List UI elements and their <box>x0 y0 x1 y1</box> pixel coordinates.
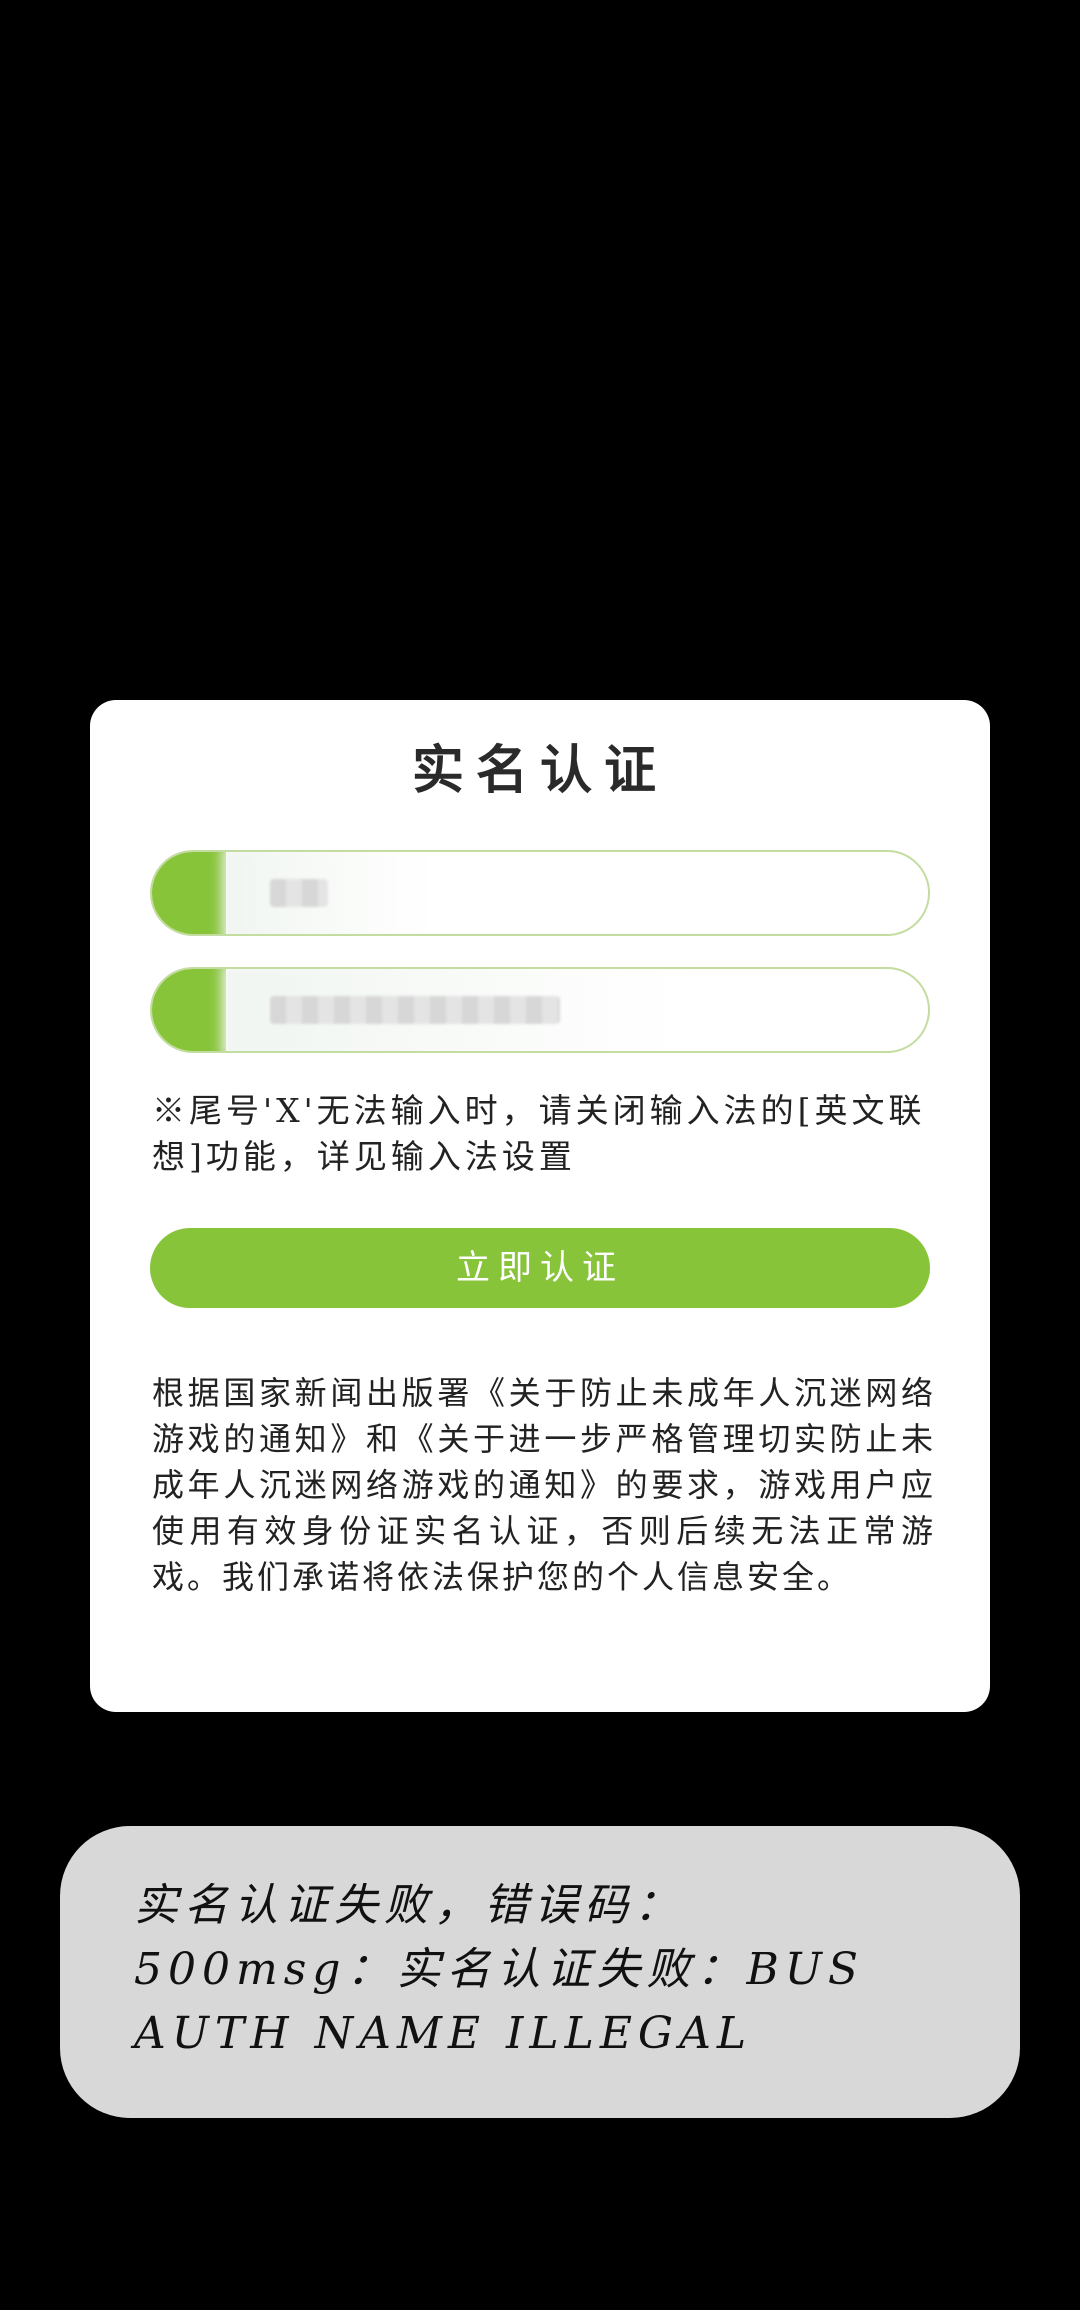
error-toast-message: 实名认证失败，错误码：500msg：实名认证失败：BUS AUTH NAME I… <box>134 1880 865 2059</box>
id-field-value-redacted <box>270 996 560 1024</box>
input-hint: ※尾号'X'无法输入时，请关闭输入法的[英文联想]功能，详见输入法设置 <box>152 1091 926 1176</box>
error-toast: 实名认证失败，错误码：500msg：实名认证失败：BUS AUTH NAME I… <box>60 1826 1020 2118</box>
name-field-accent <box>152 852 226 934</box>
realname-auth-dialog: 实名认证 ※尾号'X'无法输入时，请关闭输入法的[英文联想]功能，详见输入法设置… <box>90 700 990 1712</box>
id-field-accent <box>152 969 226 1051</box>
id-number-input[interactable] <box>150 967 930 1053</box>
screen: 实名认证 ※尾号'X'无法输入时，请关闭输入法的[英文联想]功能，详见输入法设置… <box>0 0 1080 2310</box>
policy-notice: 根据国家新闻出版署《关于防止未成年人沉迷网络游戏的通知》和《关于进一步严格管理切… <box>152 1374 936 1596</box>
name-field-value-redacted <box>270 879 328 907</box>
dialog-title: 实名认证 <box>411 740 668 801</box>
name-input[interactable] <box>150 850 930 936</box>
verify-now-button[interactable]: 立即认证 <box>150 1228 930 1308</box>
